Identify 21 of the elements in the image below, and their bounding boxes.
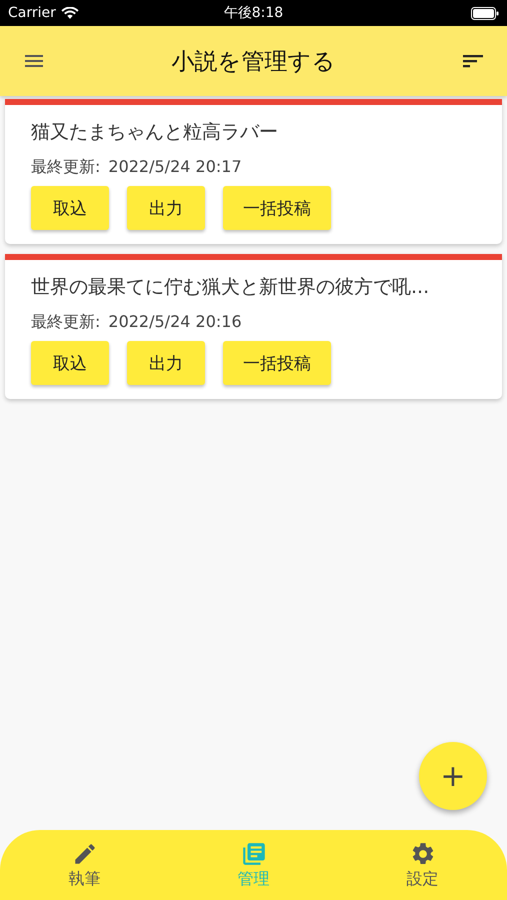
library-icon [240,840,266,866]
novel-title: 世界の最果てに佇む猟犬と新世界の彼方で吼... [31,275,430,300]
carrier-label: Carrier [8,5,56,21]
action-button[interactable]: 出力 [127,186,205,230]
updated-label: 最終更新: [31,312,100,333]
action-button[interactable]: 一括投稿 [223,186,331,230]
nav-tab[interactable]: 設定 [338,830,507,900]
action-button[interactable]: 出力 [127,341,205,385]
battery-icon [471,6,499,20]
novel-title: 猫又たまちゃんと粒高ラバー [31,120,279,145]
updated-date: 2022/5/24 20:16 [108,312,242,333]
action-button[interactable]: 取込 [31,186,109,230]
updated-label: 最終更新: [31,157,100,178]
status-time: 午後8:18 [224,4,284,22]
add-button[interactable]: + [419,742,487,810]
nav-tab[interactable]: 執筆 [0,830,169,900]
action-button[interactable]: 一括投稿 [223,341,331,385]
action-button[interactable]: 取込 [31,341,109,385]
wifi-icon [60,6,79,20]
page-title: 小説を管理する [172,48,336,76]
updated-date: 2022/5/24 20:17 [108,157,242,178]
